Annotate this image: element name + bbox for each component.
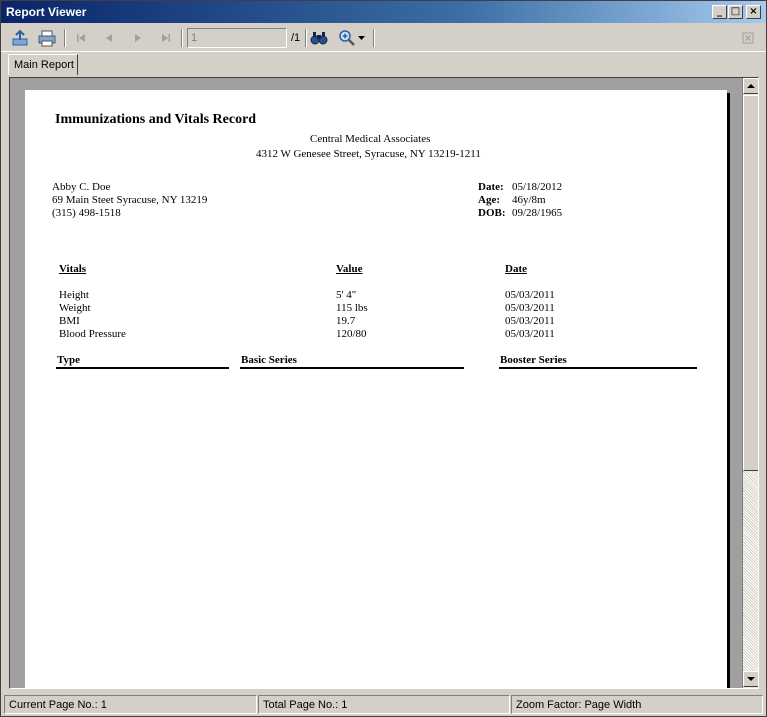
patient-name: Abby C. Doe [52,181,111,193]
vital-value: 120/80 [336,328,367,340]
dob-label: DOB: [478,207,506,219]
booster-series-header: Booster Series [500,354,567,366]
find-button[interactable] [307,27,331,49]
first-page-button[interactable] [69,27,93,49]
basic-series-header: Basic Series [241,354,297,366]
vital-name: Blood Pressure [59,328,126,340]
booster-series-rule [499,367,697,369]
next-page-button[interactable] [126,27,150,49]
zoom-status: Zoom Factor: Page Width [511,695,763,714]
age-value: 46y/8m [512,194,546,206]
vital-value: 19.7 [336,315,356,327]
maximize-button[interactable]: □ [728,5,743,19]
zoom-text: Zoom Factor: Page Width [516,699,642,711]
tab-bar: Main Report [1,53,766,75]
current-page-status: Current Page No.: 1 [4,695,257,714]
scroll-thumb[interactable] [743,95,758,471]
minimize-icon: _ [717,6,722,17]
scroll-track[interactable] [743,471,758,671]
vital-name: BMI [59,315,80,327]
toolbar-separator [64,29,66,47]
vital-date: 05/03/2011 [505,328,555,340]
prev-page-icon [106,34,112,42]
vitals-header: Vitals [59,263,87,275]
arrow-up-icon [747,84,755,88]
last-page-button[interactable] [154,27,178,49]
type-header-rule [56,367,229,369]
chevron-down-icon [357,36,365,40]
tab-label: Main Report [14,59,74,71]
next-page-icon [135,34,141,42]
total-page-status: Total Page No.: 1 [258,695,510,714]
zoom-icon [339,30,355,46]
first-page-icon [77,34,85,42]
vital-name: Weight [59,302,91,314]
date-header: Date [505,263,527,275]
page-number-input[interactable] [187,28,287,48]
close-window-button[interactable]: × [746,5,761,19]
status-bar: Current Page No.: 1 Total Page No.: 1 Zo… [1,693,766,716]
find-icon [310,32,328,45]
title-bar[interactable]: Report Viewer _ □ × [1,1,766,23]
export-icon [12,29,28,46]
vital-value: 115 lbs [336,302,368,314]
patient-address: 69 Main Steet Syracuse, NY 13219 [52,194,208,206]
report-page: Immunizations and Vitals Record Central … [25,90,727,688]
org-name: Central Medical Associates [310,133,431,145]
scroll-up-button[interactable] [743,78,758,94]
report-viewport[interactable]: Immunizations and Vitals Record Central … [9,77,759,689]
close-report-button[interactable] [742,32,754,44]
org-address: 4312 W Genesee Street, Syracuse, NY 1321… [256,148,481,160]
report-viewer-window: Report Viewer _ □ × 1 /1 Main Report Imm… [0,0,767,717]
export-button[interactable] [8,27,32,49]
toolbar: /1 [1,24,766,52]
minimize-button[interactable]: _ [712,5,727,19]
window-title: Report Viewer [6,5,87,19]
toolbar-separator [373,29,375,47]
page-total-label: /1 [291,32,301,44]
date-label: Date: [478,181,504,193]
vital-name: Height [59,289,89,301]
print-button[interactable] [35,27,59,49]
value-header: Value [336,263,363,275]
report-title: Immunizations and Vitals Record [55,112,257,127]
basic-series-rule [240,367,464,369]
vital-date: 05/03/2011 [505,289,555,301]
type-header: Type [57,354,81,366]
total-page-text: Total Page No.: 1 [263,699,348,711]
vital-date: 05/03/2011 [505,315,555,327]
vital-date: 05/03/2011 [505,302,555,314]
age-label: Age: [478,194,500,206]
close-icon [742,32,754,44]
scroll-down-button[interactable] [743,671,758,687]
vital-value: 5' 4" [336,289,357,301]
arrow-down-icon [747,677,755,681]
dob-value: 09/28/1965 [512,207,563,219]
tab-main-report[interactable]: Main Report [8,54,78,75]
vertical-scrollbar[interactable] [743,78,758,688]
maximize-icon: □ [730,6,741,17]
prev-page-button[interactable] [97,27,121,49]
print-icon [38,30,56,47]
zoom-dropdown-button[interactable] [355,27,367,49]
date-value: 05/18/2012 [512,181,563,193]
patient-phone: (315) 498-1518 [52,207,121,219]
close-icon: × [749,6,758,17]
last-page-icon [162,34,170,42]
current-page-text: Current Page No.: 1 [9,699,107,711]
toolbar-separator [181,29,183,47]
